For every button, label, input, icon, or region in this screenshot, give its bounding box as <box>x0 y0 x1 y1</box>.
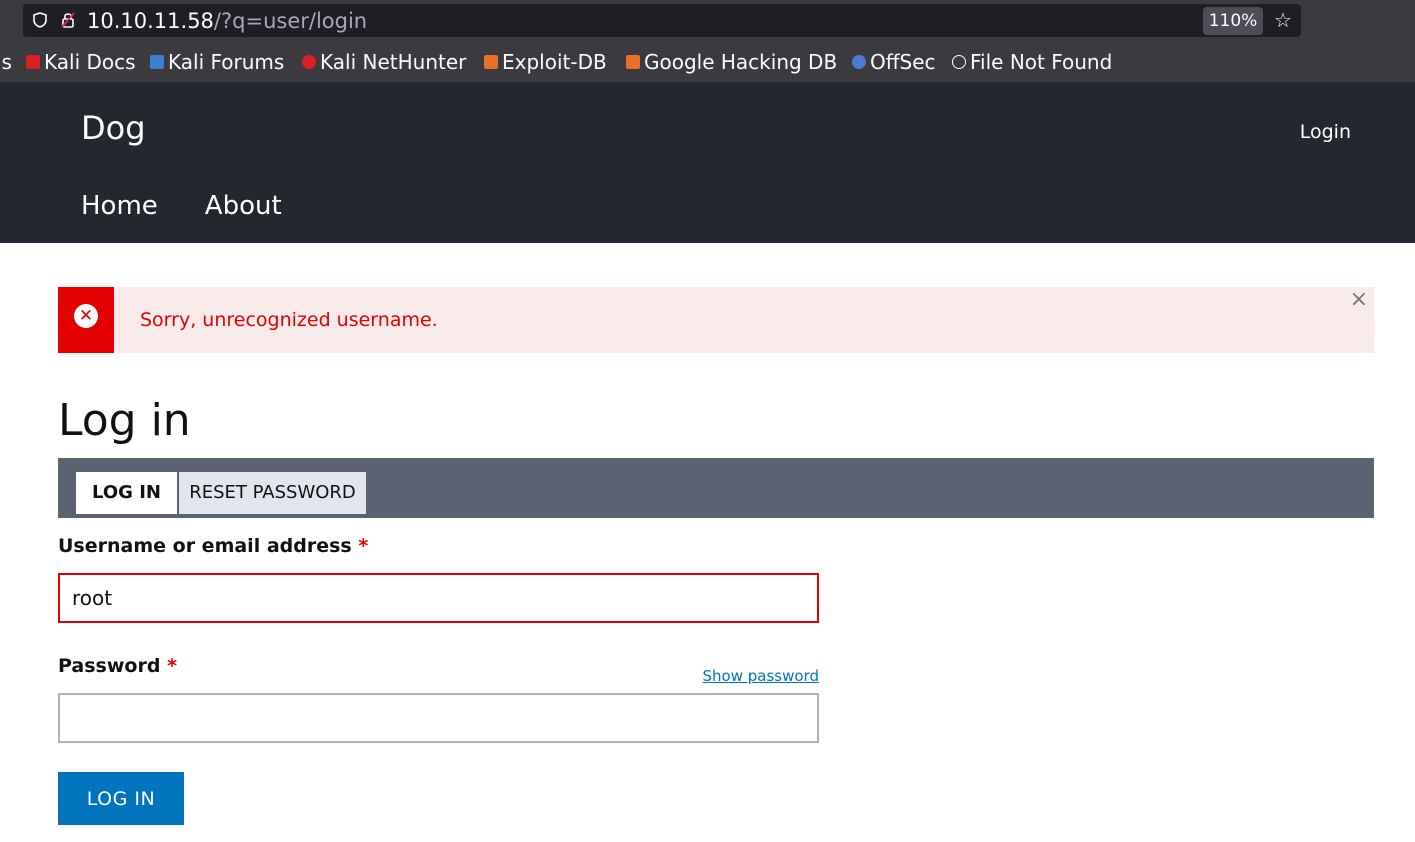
main-nav: Home About <box>81 190 329 222</box>
log-in-button[interactable]: LOG IN <box>58 772 184 825</box>
required-marker: * <box>358 535 369 557</box>
required-marker: * <box>167 655 177 677</box>
bookmark-star-icon[interactable]: ☆ <box>1274 9 1294 31</box>
error-x-icon: ✕ <box>74 304 98 328</box>
url-path: /?q=user/login <box>213 9 368 33</box>
error-message-text: Sorry, unrecognized username. <box>140 309 438 331</box>
bookmark-file-not-found[interactable]: File Not Found <box>952 46 1112 78</box>
show-password-link[interactable]: Show password <box>703 666 819 686</box>
bookmark-item[interactable]: ls <box>0 46 12 78</box>
site-header: Dog Login Home About <box>0 82 1415 243</box>
bookmark-kali-docs[interactable]: Kali Docs <box>26 46 136 78</box>
globe-icon <box>952 55 966 69</box>
kali-docs-icon <box>26 55 40 69</box>
password-input[interactable] <box>58 693 819 743</box>
browser-chrome: 10.10.11.58/?q=user/login 110% ☆ ls Kali… <box>0 0 1415 82</box>
lock-insecure-icon[interactable] <box>61 11 75 29</box>
username-input[interactable] <box>58 573 819 623</box>
error-icon-box: ✕ <box>58 287 114 353</box>
bookmark-kali-nethunter[interactable]: Kali NetHunter <box>302 46 466 78</box>
nav-home-link[interactable]: Home <box>81 190 158 222</box>
url-text[interactable]: 10.10.11.58/?q=user/login <box>87 8 367 34</box>
nethunter-icon <box>302 55 316 69</box>
bookmark-kali-forums[interactable]: Kali Forums <box>150 46 284 78</box>
tab-reset-password[interactable]: RESET PASSWORD <box>179 472 366 514</box>
kali-forums-icon <box>150 55 164 69</box>
nav-about-link[interactable]: About <box>205 190 282 222</box>
error-message: ✕ Sorry, unrecognized username. × <box>58 287 1374 353</box>
close-icon[interactable]: × <box>1350 289 1368 311</box>
ghdb-icon <box>626 55 640 69</box>
username-label: Username or email address * <box>58 535 369 557</box>
exploit-db-icon <box>484 55 498 69</box>
bookmark-google-hacking-db[interactable]: Google Hacking DB <box>626 46 837 78</box>
page-title: Log in <box>58 395 191 446</box>
header-login-link[interactable]: Login <box>1300 120 1351 144</box>
url-host: 10.10.11.58 <box>87 9 214 33</box>
zoom-level-badge[interactable]: 110% <box>1203 7 1263 35</box>
tab-log-in[interactable]: LOG IN <box>76 472 177 514</box>
address-bar[interactable]: 10.10.11.58/?q=user/login 110% ☆ <box>23 4 1301 37</box>
password-label: Password * <box>58 655 177 677</box>
site-name-link[interactable]: Dog <box>81 108 146 148</box>
shield-icon[interactable] <box>33 12 47 28</box>
tabs-bar: LOG IN RESET PASSWORD <box>58 458 1374 518</box>
bookmarks-toolbar: ls Kali Docs Kali Forums Kali NetHunter … <box>0 46 1415 78</box>
offsec-icon <box>852 55 866 69</box>
bookmark-exploit-db[interactable]: Exploit-DB <box>484 46 607 78</box>
bookmark-offsec[interactable]: OffSec <box>852 46 936 78</box>
